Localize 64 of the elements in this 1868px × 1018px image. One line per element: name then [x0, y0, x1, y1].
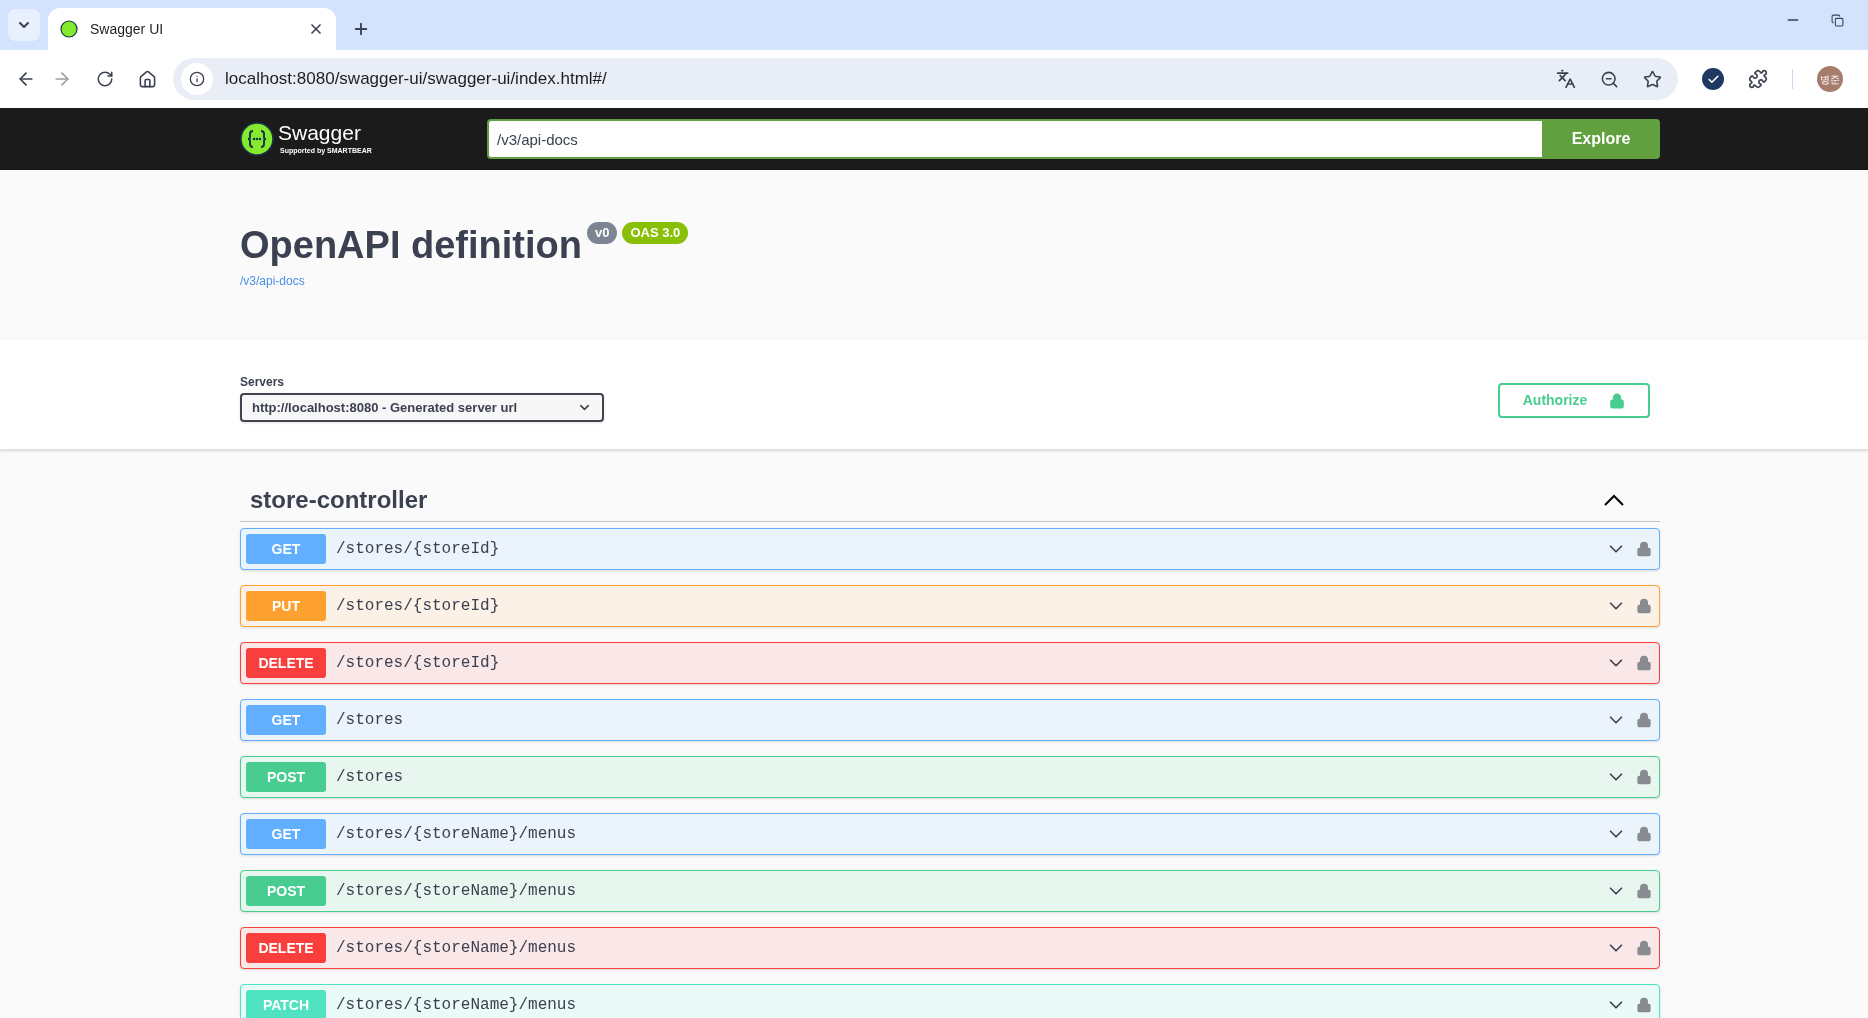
lock-icon: [1609, 392, 1626, 409]
reload-icon[interactable]: [96, 70, 114, 88]
oas-badge: OAS 3.0: [622, 222, 689, 244]
url-text: localhost:8080/swagger-ui/swagger-ui/index.html#/: [225, 68, 608, 91]
operation-row[interactable]: POST /stores/{storeName}/menus: [240, 870, 1660, 912]
method-badge: GET: [246, 705, 326, 735]
method-badge: POST: [246, 762, 326, 792]
address-bar[interactable]: localhost:8080/swagger-ui/swagger-ui/index.html#/: [173, 58, 1678, 100]
operation-path: /stores/{storeId}: [336, 539, 501, 560]
spec-url-field[interactable]: /v3/api-docs: [487, 119, 1542, 159]
lock-icon[interactable]: [1636, 712, 1652, 728]
method-badge: PUT: [246, 591, 326, 621]
operation-path: /stores/{storeId}: [336, 596, 501, 617]
bookmark-star-icon[interactable]: [1643, 69, 1662, 89]
operation-path: /stores/{storeId}: [336, 653, 501, 674]
method-badge: GET: [246, 534, 326, 564]
operation-path: /stores: [336, 767, 405, 788]
favicon-icon: [60, 20, 78, 38]
lock-icon[interactable]: [1636, 769, 1652, 785]
lock-icon[interactable]: [1636, 598, 1652, 614]
site-info-icon[interactable]: [189, 71, 205, 87]
operation-path: /stores/{storeName}/menus: [336, 824, 578, 845]
version-badge: v0: [587, 222, 618, 244]
operation-row[interactable]: POST /stores: [240, 756, 1660, 798]
extensions-icon[interactable]: [1748, 69, 1768, 89]
servers-label: Servers: [240, 374, 286, 391]
check-extension-icon[interactable]: [1702, 68, 1724, 90]
api-title: OpenAPI definition: [240, 226, 582, 264]
method-badge: POST: [246, 876, 326, 906]
operation-path: /stores: [336, 710, 405, 731]
lock-icon[interactable]: [1636, 655, 1652, 671]
lock-icon[interactable]: [1636, 541, 1652, 557]
browser-tab[interactable]: Swagger UI: [48, 8, 336, 50]
method-badge: GET: [246, 819, 326, 849]
operation-path: /stores/{storeName}/menus: [336, 995, 578, 1016]
operation-path: /stores/{storeName}/menus: [336, 881, 578, 902]
zoom-out-icon[interactable]: [1600, 69, 1619, 89]
method-badge: DELETE: [246, 648, 326, 678]
lock-icon[interactable]: [1636, 883, 1652, 899]
operation-row[interactable]: PATCH /stores/{storeName}/menus: [240, 984, 1660, 1018]
operation-row[interactable]: DELETE /stores/{storeName}/menus: [240, 927, 1660, 969]
operation-row[interactable]: GET /stores/{storeId}: [240, 528, 1660, 570]
lock-icon[interactable]: [1636, 997, 1652, 1013]
home-icon[interactable]: [138, 69, 157, 89]
method-badge: PATCH: [246, 990, 326, 1018]
operation-path: /stores/{storeName}/menus: [336, 938, 578, 959]
operation-row[interactable]: GET /stores: [240, 699, 1660, 741]
tag-header[interactable]: store-controller: [240, 478, 1660, 522]
profile-avatar[interactable]: 병준: [1817, 66, 1843, 92]
operation-row[interactable]: GET /stores/{storeName}/menus: [240, 813, 1660, 855]
lock-icon[interactable]: [1636, 940, 1652, 956]
restore-icon[interactable]: [1831, 14, 1844, 27]
brand-name: Swagger: [278, 121, 362, 143]
lock-icon[interactable]: [1636, 826, 1652, 842]
new-tab-icon[interactable]: [352, 20, 370, 38]
operation-row[interactable]: DELETE /stores/{storeId}: [240, 642, 1660, 684]
operation-row[interactable]: PUT /stores/{storeId}: [240, 585, 1660, 627]
servers-select[interactable]: http://localhost:8080 - Generated server url: [240, 393, 604, 422]
method-badge: DELETE: [246, 933, 326, 963]
translate-icon[interactable]: [1556, 69, 1576, 89]
tab-list-button[interactable]: [8, 9, 40, 41]
close-icon[interactable]: [308, 21, 324, 37]
swagger-logo-icon: [240, 122, 274, 156]
tab-title: Swagger UI: [90, 19, 165, 39]
